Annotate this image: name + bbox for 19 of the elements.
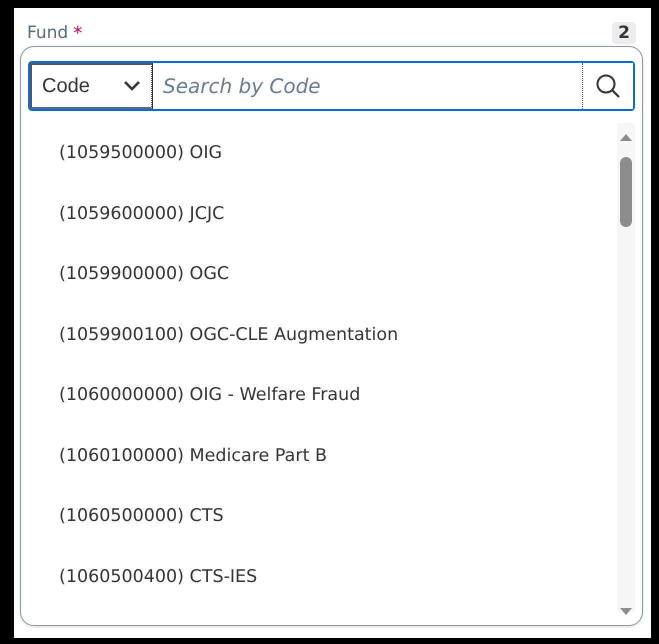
field-label: Fund [27, 23, 68, 43]
chevron-down-icon [123, 80, 141, 92]
fund-option[interactable]: (1060000000) OIG - Welfare Fraud [59, 385, 360, 406]
fund-option[interactable]: (1059900100) OGC-CLE Augmentation [59, 324, 398, 345]
fund-option[interactable]: (1059900000) OGC [59, 264, 230, 284]
filter-select[interactable]: Code [30, 63, 152, 109]
fund-option[interactable]: (1060500400) CTS-IES [59, 566, 258, 587]
fund-option[interactable]: (1059600000) JCJC [59, 204, 224, 224]
scroll-thumb[interactable] [620, 157, 632, 227]
scroll-up-icon[interactable] [620, 133, 632, 141]
required-mark: * [73, 23, 82, 44]
count-badge: 2 [612, 22, 636, 44]
search-icon [595, 73, 621, 99]
fund-option[interactable]: (1060500000) CTS [59, 506, 224, 526]
scrollbar[interactable] [617, 123, 635, 613]
fund-option[interactable]: (1060100000) Medicare Part B [59, 446, 327, 466]
scroll-down-icon[interactable] [620, 608, 632, 616]
fund-option[interactable]: (1059500000) OIG [59, 143, 222, 164]
search-field[interactable]: Code Search by Code [28, 61, 635, 111]
